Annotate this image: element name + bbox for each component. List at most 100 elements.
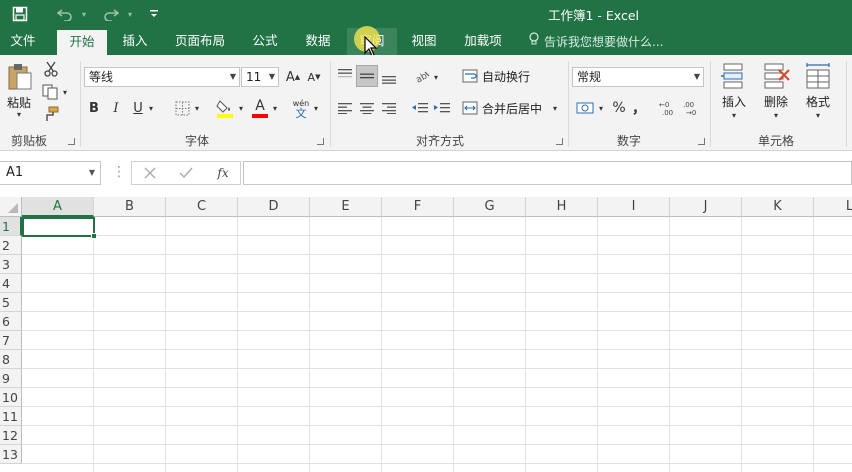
increase-decimal-icon[interactable]: ←0.00 [658, 98, 680, 118]
wrap-text-button[interactable]: 自动换行 [462, 67, 538, 85]
name-box[interactable]: A1 ▼ [0, 161, 101, 185]
row-header-3[interactable]: 3 [0, 255, 22, 274]
format-cells-label[interactable]: 格式 [802, 93, 834, 109]
cancel-icon[interactable] [140, 164, 160, 182]
row-header-5[interactable]: 5 [0, 293, 22, 312]
font-launcher-icon[interactable] [317, 138, 324, 145]
column-header-g[interactable]: G [454, 197, 526, 217]
formula-input[interactable] [243, 161, 852, 185]
grow-font-icon[interactable]: A ▲ [284, 68, 302, 86]
tab-formulas[interactable]: 公式 [240, 28, 290, 55]
worksheet-grid[interactable]: ABCDEFGHIJKL 1 2 3 4 5 6 7 8 9 10 11 12 13 [0, 197, 852, 472]
row-header-13[interactable]: 13 [0, 445, 22, 464]
fill-color-icon[interactable] [214, 97, 236, 119]
undo-dropdown-icon[interactable]: ▾ [78, 0, 90, 28]
align-top-icon[interactable] [336, 65, 354, 83]
column-header-e[interactable]: E [310, 197, 382, 217]
copy-dropdown-icon[interactable]: ▾ [60, 86, 70, 98]
align-right-icon[interactable] [380, 99, 398, 117]
number-format-combo[interactable]: 常规 ▼ [572, 67, 704, 87]
insert-function-icon[interactable]: fx [212, 164, 234, 182]
row-header-7[interactable]: 7 [0, 331, 22, 350]
delete-cells-icon[interactable] [760, 61, 792, 91]
percent-button[interactable]: % [610, 98, 628, 118]
enter-icon[interactable] [176, 164, 196, 182]
tab-addins[interactable]: 加载项 [455, 28, 511, 55]
copy-icon[interactable] [40, 83, 60, 101]
orientation-icon[interactable]: ab [412, 67, 432, 85]
underline-dropdown-icon[interactable]: ▾ [146, 101, 156, 115]
clipboard-launcher-icon[interactable] [68, 138, 75, 145]
row-header-6[interactable]: 6 [0, 312, 22, 331]
delete-cells-label[interactable]: 删除 [760, 93, 792, 109]
increase-indent-icon[interactable] [432, 99, 452, 117]
row-header-8[interactable]: 8 [0, 350, 22, 369]
column-header-a[interactable]: A [22, 197, 94, 217]
row-header-9[interactable]: 9 [0, 369, 22, 388]
borders-dropdown-icon[interactable]: ▾ [192, 101, 202, 115]
delete-dropdown-icon[interactable]: ▾ [770, 110, 782, 120]
insert-dropdown-icon[interactable]: ▾ [728, 110, 740, 120]
tab-file[interactable]: 文件 [0, 28, 46, 55]
font-size-combo[interactable]: 11 ▼ [241, 67, 279, 87]
currency-icon[interactable] [574, 97, 596, 119]
paste-icon[interactable] [4, 61, 36, 93]
column-header-c[interactable]: C [166, 197, 238, 217]
save-icon[interactable] [8, 0, 32, 28]
merge-center-button[interactable]: 合并后居中 [462, 99, 550, 117]
format-dropdown-icon[interactable]: ▾ [812, 110, 824, 120]
undo-icon[interactable] [52, 0, 78, 28]
borders-icon[interactable] [172, 98, 192, 118]
format-painter-icon[interactable] [42, 105, 60, 123]
paste-dropdown-icon[interactable]: ▾ [12, 110, 26, 119]
tab-home[interactable]: 开始 [57, 30, 107, 55]
fill-handle[interactable] [91, 233, 97, 239]
row-header-1[interactable]: 1 [0, 217, 22, 236]
align-center-icon[interactable] [358, 99, 376, 117]
select-all-corner[interactable] [0, 197, 22, 217]
row-header-4[interactable]: 4 [0, 274, 22, 293]
phonetic-guide-icon[interactable]: wén 文 [290, 97, 312, 121]
paste-label[interactable]: 粘贴 [4, 94, 34, 110]
column-header-i[interactable]: I [598, 197, 670, 217]
row-header-2[interactable]: 2 [0, 236, 22, 255]
drag-handle-icon[interactable]: ⋮ [112, 165, 126, 179]
insert-cells-label[interactable]: 插入 [718, 93, 750, 109]
format-cells-icon[interactable] [802, 61, 834, 91]
font-name-combo[interactable]: 等线 ▼ [84, 67, 240, 87]
column-header-d[interactable]: D [238, 197, 310, 217]
alignment-launcher-icon[interactable] [556, 138, 563, 145]
row-header-11[interactable]: 11 [0, 407, 22, 426]
column-header-h[interactable]: H [526, 197, 598, 217]
number-launcher-icon[interactable] [698, 138, 705, 145]
underline-button[interactable]: U [130, 98, 146, 118]
orientation-dropdown-icon[interactable]: ▾ [431, 70, 441, 84]
row-header-10[interactable]: 10 [0, 388, 22, 407]
redo-icon[interactable] [98, 0, 124, 28]
column-header-l[interactable]: L [814, 197, 852, 217]
decrease-indent-icon[interactable] [410, 99, 430, 117]
column-header-j[interactable]: J [670, 197, 742, 217]
column-header-b[interactable]: B [94, 197, 166, 217]
tab-insert[interactable]: 插入 [110, 28, 160, 55]
cut-icon[interactable] [42, 60, 60, 78]
align-left-icon[interactable] [336, 99, 354, 117]
redo-dropdown-icon[interactable]: ▾ [124, 0, 136, 28]
column-header-k[interactable]: K [742, 197, 814, 217]
currency-dropdown-icon[interactable]: ▾ [596, 101, 606, 115]
row-header-12[interactable]: 12 [0, 426, 22, 445]
merge-dropdown-icon[interactable]: ▾ [550, 101, 560, 115]
font-color-icon[interactable]: A [250, 97, 270, 119]
tab-view[interactable]: 视图 [400, 28, 448, 55]
tab-page-layout[interactable]: 页面布局 [166, 28, 234, 55]
decrease-decimal-icon[interactable]: .00 →0 [682, 98, 704, 118]
align-middle-icon[interactable] [356, 65, 378, 87]
font-color-dropdown-icon[interactable]: ▾ [270, 101, 280, 115]
fill-color-dropdown-icon[interactable]: ▾ [236, 101, 246, 115]
insert-cells-icon[interactable] [718, 61, 748, 91]
italic-button[interactable]: I [108, 98, 124, 118]
customize-icon[interactable] [146, 0, 162, 28]
selected-cell[interactable] [22, 217, 95, 237]
comma-button[interactable]: ， [632, 98, 646, 118]
align-bottom-icon[interactable] [380, 69, 398, 87]
